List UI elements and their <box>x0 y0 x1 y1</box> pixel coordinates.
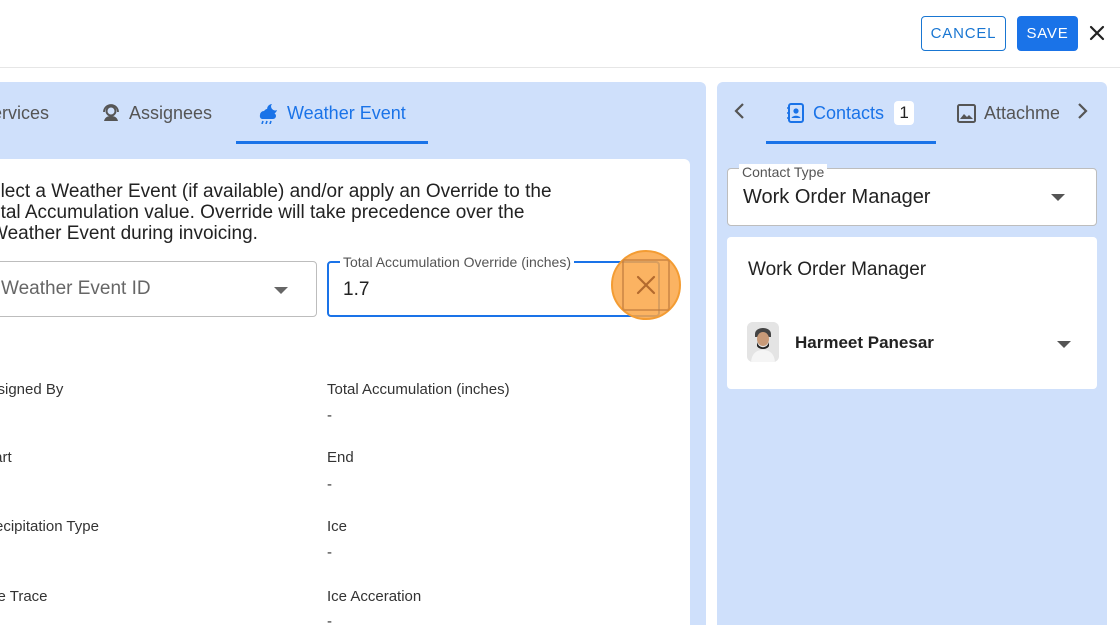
ice-acceration-value: - <box>327 613 332 625</box>
contact-type-label: Contact Type <box>739 164 828 180</box>
tab-contacts-label: Contacts <box>813 102 885 123</box>
chevron-down-icon <box>274 287 288 294</box>
active-tab-indicator <box>766 141 936 144</box>
description-line: otal Accumulation value. Override will t… <box>0 202 525 223</box>
weather-panel: ervices Assignees Weather Event elect a … <box>0 82 706 625</box>
contacts-count-badge: 1 <box>894 101 915 125</box>
tab-attachments-label: Attachme <box>984 102 1059 123</box>
ice-label: Ice <box>327 518 348 535</box>
save-button[interactable]: SAVE <box>1017 16 1078 51</box>
tab-weather-event[interactable]: Weather Event <box>257 82 406 144</box>
close-icon <box>622 259 670 311</box>
close-icon[interactable] <box>1085 20 1109 46</box>
total-accumulation-label: Total Accumulation (inches) <box>327 381 510 398</box>
clear-override-button[interactable] <box>611 250 681 320</box>
weather-event-select[interactable]: Weather Event ID <box>0 261 317 317</box>
weather-description: elect a Weather Event (if available) and… <box>0 181 690 244</box>
image-icon <box>957 103 976 123</box>
ice-value: - <box>327 544 332 561</box>
description-line: elect a Weather Event (if available) and… <box>0 181 552 202</box>
end-label: End <box>327 449 354 466</box>
end-value: - <box>327 476 332 493</box>
tab-attachments[interactable]: Attachme <box>957 82 1059 144</box>
active-tab-indicator <box>236 141 428 144</box>
precipitation-type-label: recipitation Type <box>0 518 99 535</box>
chevron-left-icon <box>733 102 747 125</box>
override-value[interactable]: 1.7 <box>343 279 369 301</box>
start-label: tart <box>0 449 12 466</box>
avatar <box>747 322 779 362</box>
tab-services[interactable]: ervices <box>0 82 49 144</box>
support-agent-icon <box>101 103 121 123</box>
tabs-scroll-right[interactable] <box>1075 82 1089 144</box>
weather-event-placeholder: Weather Event ID <box>1 278 151 299</box>
tab-contacts[interactable]: Contacts 1 <box>787 82 915 144</box>
tab-weather-event-label: Weather Event <box>287 102 406 123</box>
contact-type-value[interactable]: Work Order Manager <box>743 186 930 209</box>
description-line: Weather Event during invoicing. <box>0 223 258 244</box>
chevron-down-icon[interactable] <box>1051 194 1065 201</box>
ice-acceration-label: Ice Acceration <box>327 588 422 605</box>
tab-services-label: ervices <box>0 102 50 123</box>
top-bar: CANCEL SAVE <box>0 0 1120 68</box>
contact-person-name: Harmeet Panesar <box>795 333 934 352</box>
chevron-down-icon[interactable] <box>1057 341 1071 348</box>
override-label: Total Accumulation Override (inches) <box>340 254 574 270</box>
tab-assignees[interactable]: Assignees <box>101 82 212 144</box>
tabs-scroll-left[interactable] <box>733 82 747 144</box>
cancel-button[interactable]: CANCEL <box>921 16 1006 51</box>
assigned-by-label: ssigned By <box>0 381 64 398</box>
tab-assignees-label: Assignees <box>129 102 213 123</box>
contact-card-title: Work Order Manager <box>748 259 927 280</box>
contacts-panel: Contacts 1 Attachme Contact Type Work Or… <box>717 82 1107 625</box>
weather-storm-icon <box>257 102 279 124</box>
contact-card: Work Order Manager Harmeet Panesar <box>727 237 1097 389</box>
contacts-icon <box>787 103 805 123</box>
total-accumulation-value: - <box>327 407 332 424</box>
weather-event-card: elect a Weather Event (if available) and… <box>0 159 690 625</box>
ice-trace-label: ce Trace <box>0 588 48 605</box>
chevron-right-icon <box>1075 102 1089 125</box>
